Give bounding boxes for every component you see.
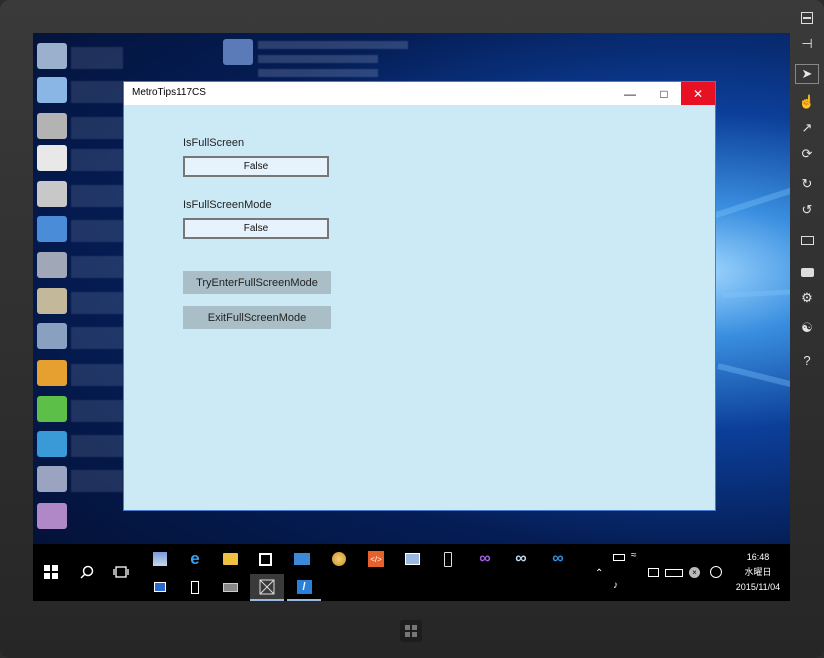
desktop-icon-label <box>258 41 408 49</box>
close-button[interactable]: ✕ <box>681 82 715 105</box>
title-bar[interactable]: MetroTips117CS — □ ✕ <box>124 82 715 105</box>
desktop-icon-label <box>71 470 123 492</box>
pinch-icon[interactable]: ↗ <box>795 118 819 138</box>
battery-icon[interactable] <box>613 554 625 561</box>
visual-studio-blue-icon[interactable]: ∞ <box>547 548 569 570</box>
notification-icon[interactable] <box>648 568 659 577</box>
rotate-touch-icon[interactable]: ⟳ <box>795 144 819 164</box>
desktop-icon-label <box>71 292 123 314</box>
ime-icon[interactable] <box>710 566 722 578</box>
code-editor-icon[interactable]: </> <box>365 548 387 570</box>
try-enter-fullscreen-button[interactable]: TryEnterFullScreenMode <box>183 271 331 294</box>
app-window: MetroTips117CS — □ ✕ IsFullScreen False … <box>123 81 716 511</box>
window-title: MetroTips117CS <box>132 87 206 98</box>
wifi-icon[interactable]: ≈ <box>631 550 637 561</box>
clock-time: 16:48 <box>746 552 770 562</box>
desktop-icon[interactable] <box>37 396 67 422</box>
store-icon[interactable] <box>149 548 171 570</box>
desktop-icon-label <box>258 55 378 63</box>
phone-app-icon[interactable] <box>184 577 206 597</box>
isfullscreenmode-label: IsFullScreenMode <box>183 199 272 211</box>
simulator-toolbar: ⊣ ➤ ☝ ↗ ⟳ ↻ ↺ ⚙ ☯ ? <box>795 8 821 378</box>
exit-fullscreen-button[interactable]: ExitFullScreenMode <box>183 306 331 329</box>
search-icon[interactable] <box>75 560 99 584</box>
wallpaper-beam <box>717 363 790 398</box>
start-icon[interactable] <box>39 560 63 584</box>
minimize-icon[interactable] <box>795 8 819 28</box>
close-circle-icon[interactable]: × <box>689 567 700 578</box>
settings-app-icon[interactable] <box>401 548 423 570</box>
desktop-icon[interactable] <box>37 43 67 69</box>
windows-home-button[interactable] <box>400 620 422 642</box>
desktop-icon-label <box>71 220 123 242</box>
desktop-icon-label <box>71 185 123 207</box>
desktop-icon[interactable] <box>37 323 67 349</box>
desktop-icon[interactable] <box>37 466 67 492</box>
desktop-screen: MetroTips117CS — □ ✕ IsFullScreen False … <box>33 33 790 601</box>
store-bag-icon[interactable] <box>254 548 276 570</box>
metro-app-icon[interactable] <box>250 574 284 601</box>
rotate-clockwise-icon[interactable]: ↻ <box>795 174 819 194</box>
gear-icon[interactable]: ⚙ <box>795 288 819 308</box>
desktop-icon[interactable] <box>37 113 67 139</box>
visual-studio-icon[interactable]: ∞ <box>474 548 496 570</box>
desktop-icon-label <box>71 47 123 69</box>
monitor-icon[interactable] <box>795 230 819 250</box>
desktop-icon[interactable] <box>37 252 67 278</box>
minimize-button[interactable]: — <box>613 82 647 105</box>
wallpaper-beam <box>712 176 790 219</box>
desktop-icon[interactable] <box>37 360 67 386</box>
desktop-icon[interactable] <box>223 39 253 65</box>
isfullscreen-value: False <box>183 156 329 177</box>
wallpaper-beam <box>722 286 790 298</box>
phone-icon[interactable] <box>437 548 459 570</box>
pointer-icon[interactable]: ➤ <box>795 64 819 84</box>
isfullscreenmode-value: False <box>183 218 329 239</box>
desktop-icon[interactable] <box>37 216 67 242</box>
file-explorer-icon[interactable] <box>219 548 241 570</box>
clock[interactable]: 16:48 水曜日 2015/11/04 <box>733 550 783 595</box>
pin-icon[interactable]: ⊣ <box>795 34 819 54</box>
taskview-app-icon[interactable] <box>149 577 171 597</box>
task-view-icon[interactable] <box>109 560 133 584</box>
media-app-icon[interactable] <box>219 577 241 597</box>
network-icon[interactable]: ☯ <box>795 318 819 338</box>
people-icon[interactable] <box>291 548 313 570</box>
clock-day: 水曜日 <box>744 567 772 577</box>
help-icon[interactable]: ? <box>795 350 819 370</box>
maximize-button[interactable]: □ <box>647 82 681 105</box>
camera-icon[interactable] <box>795 262 819 282</box>
desktop-icon-label <box>258 69 378 77</box>
desktop-icon-label <box>71 364 123 386</box>
desktop-icon-label <box>71 117 123 139</box>
desktop-icon[interactable] <box>37 181 67 207</box>
desktop-icon[interactable] <box>37 431 67 457</box>
edge-icon[interactable]: e <box>184 548 206 570</box>
keyboard-icon[interactable] <box>665 569 683 577</box>
chevron-up-icon[interactable]: ⌃ <box>595 568 603 579</box>
azure-app-icon[interactable]: / <box>287 574 321 601</box>
desktop-icon[interactable] <box>37 288 67 314</box>
desktop-icon-label <box>71 435 123 457</box>
rotate-counterclockwise-icon[interactable]: ↺ <box>795 200 819 220</box>
desktop-icon-label <box>71 256 123 278</box>
volume-icon[interactable]: ♪ <box>613 580 618 591</box>
desktop-icon-label <box>71 327 123 349</box>
taskbar: e </> ∞ ∞ ∞ / ⌃ ≈ ♪ × 16:48 水曜日 2015/11/… <box>33 544 790 601</box>
isfullscreen-label: IsFullScreen <box>183 137 245 149</box>
desktop-icon-label <box>71 400 123 422</box>
touch-icon[interactable]: ☝ <box>795 92 819 112</box>
paint-icon[interactable] <box>328 548 350 570</box>
desktop-icon[interactable] <box>37 503 67 529</box>
vs-code-icon[interactable]: ∞ <box>510 548 532 570</box>
desktop-icon[interactable] <box>37 145 67 171</box>
clock-date: 2015/11/04 <box>735 582 781 592</box>
desktop-icon[interactable] <box>37 77 67 103</box>
desktop-icon-label <box>71 81 123 103</box>
desktop-icon-label <box>71 149 123 171</box>
